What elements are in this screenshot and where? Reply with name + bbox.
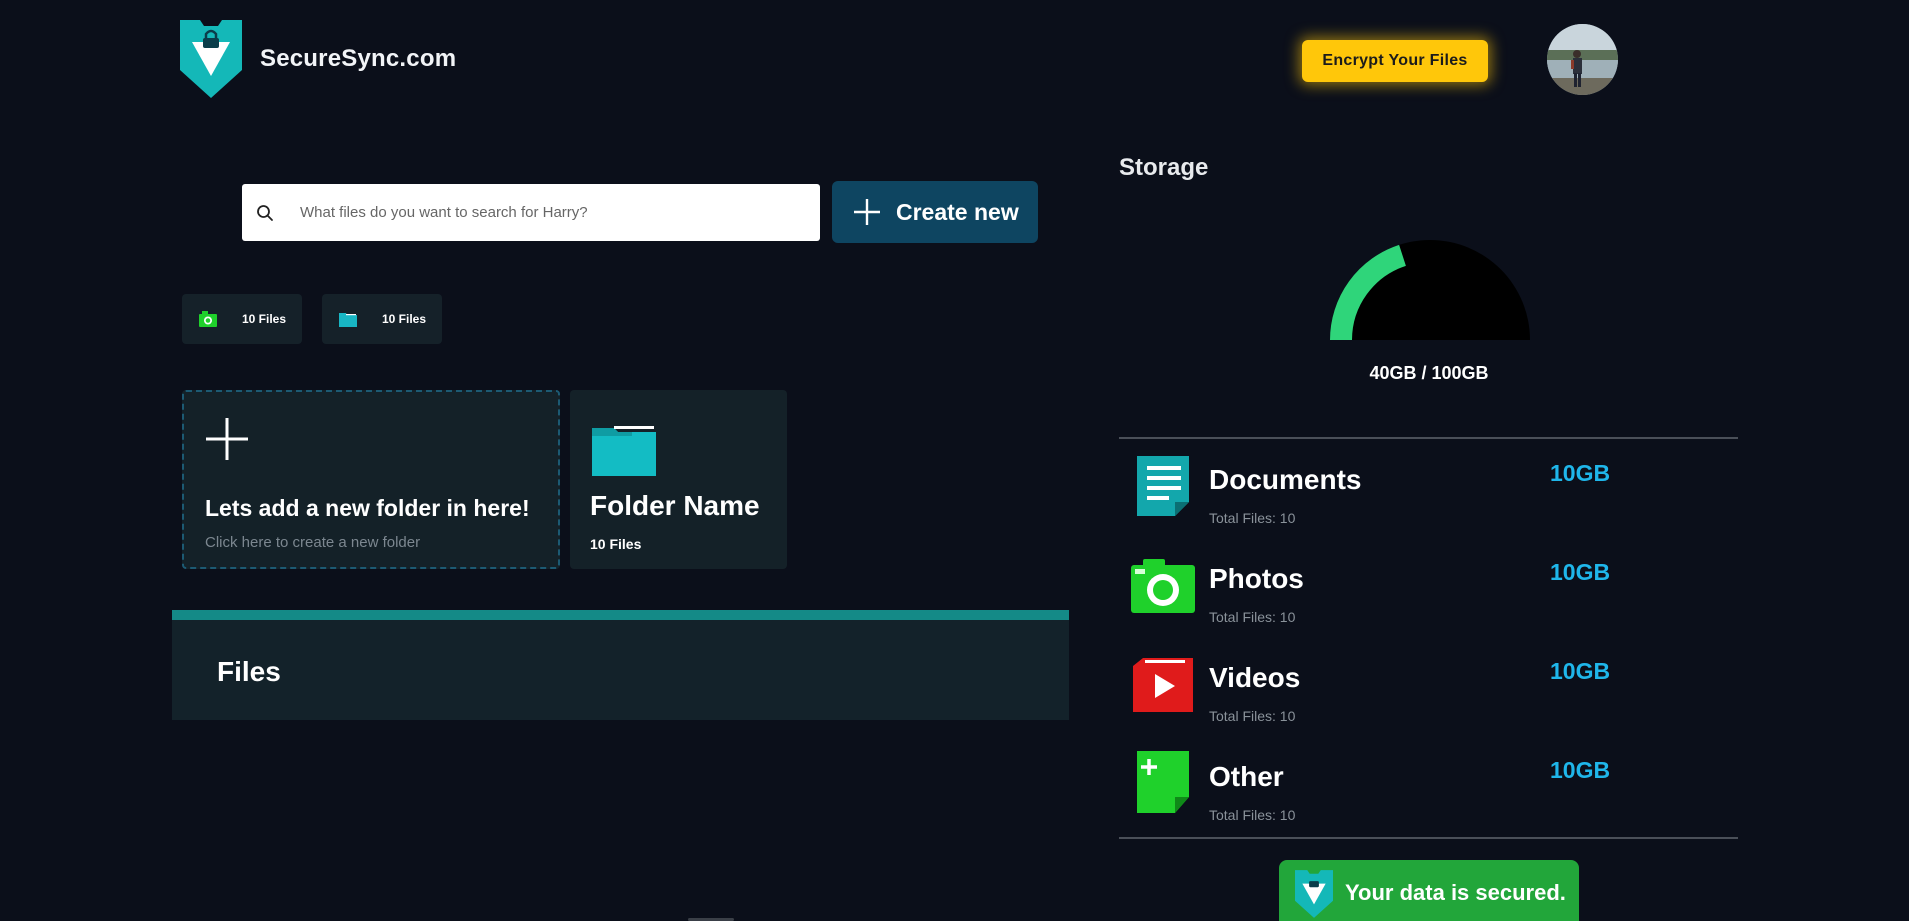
category-other[interactable]: Other Total Files: 10 10GB [1119,751,1719,841]
files-panel: Files [172,610,1069,720]
plus-icon [206,418,248,460]
chip-label: 10 Files [242,312,287,326]
shield-lock-icon [180,20,242,98]
category-file-count: Total Files: 10 [1209,807,1296,823]
camera-icon [1131,559,1195,613]
category-file-count: Total Files: 10 [1209,708,1296,724]
category-documents[interactable]: Documents Total Files: 10 10GB [1119,454,1719,544]
create-new-button[interactable]: Create new [832,181,1038,243]
storage-used-label: 40GB / 100GB [1369,363,1489,383]
storage-gauge [1330,240,1530,341]
site-name: SecureSync.com [260,45,457,72]
shield-lock-icon [1295,870,1333,918]
folder-icon [592,426,656,476]
category-size: 10GB [1550,658,1611,684]
category-name: Other [1209,761,1284,792]
category-photos[interactable]: Photos Total Files: 10 10GB [1119,553,1719,643]
category-size: 10GB [1550,460,1611,486]
search-bar[interactable] [242,184,820,241]
folder-file-count: 10 Files [590,536,642,552]
photos-chip[interactable]: 10 Files [182,294,302,344]
video-icon [1133,658,1193,712]
category-file-count: Total Files: 10 [1209,609,1296,625]
security-message: Your data is secured. [1345,880,1566,905]
folder-card[interactable]: Folder Name 10 Files [570,390,787,569]
camera-icon [198,309,218,329]
other-file-icon [1137,751,1189,813]
plus-icon [854,199,880,225]
site-logo[interactable]: SecureSync.com [180,20,456,98]
divider [1119,837,1738,839]
folders-chip[interactable]: 10 Files [322,294,442,344]
category-videos[interactable]: Videos Total Files: 10 10GB [1119,652,1719,742]
folder-icon [338,309,358,329]
folder-name: Folder Name [590,490,760,521]
create-new-label: Create new [896,198,1019,225]
encrypt-files-button[interactable]: Encrypt Your Files [1302,40,1488,82]
add-folder-subtitle: Click here to create a new folder [205,534,421,551]
category-name: Documents [1209,464,1362,495]
divider [1119,437,1738,439]
search-input[interactable] [300,204,780,221]
chip-label: 10 Files [382,312,427,326]
document-icon [1137,456,1189,516]
search-icon [257,204,273,221]
storage-title: Storage [1119,154,1209,181]
category-name: Videos [1209,662,1301,693]
category-file-count: Total Files: 10 [1209,510,1296,526]
files-title: Files [217,656,281,687]
user-avatar[interactable] [1547,24,1618,95]
category-name: Photos [1209,563,1304,594]
category-size: 10GB [1550,757,1611,783]
category-size: 10GB [1550,559,1611,585]
add-folder-card[interactable]: Lets add a new folder in here! Click her… [182,390,560,569]
add-folder-title: Lets add a new folder in here! [205,495,530,521]
security-banner: Your data is secured. [1279,860,1579,921]
